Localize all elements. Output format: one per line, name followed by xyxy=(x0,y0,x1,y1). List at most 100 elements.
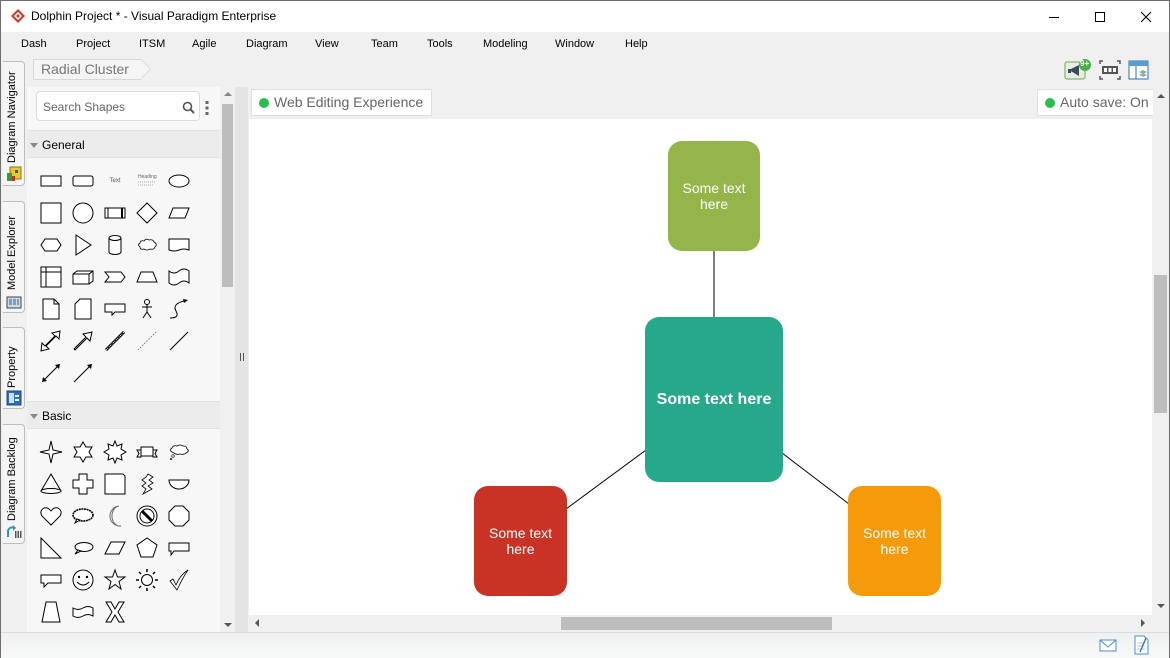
fit-diagram-button[interactable] xyxy=(1098,59,1122,81)
shape-heading[interactable]: Heading xyxy=(131,165,163,197)
vertical-scroll-thumb[interactable] xyxy=(1154,275,1167,413)
shape-rect-callout-left[interactable] xyxy=(35,564,67,596)
shape-circle[interactable] xyxy=(67,197,99,229)
shape-parallelogram[interactable] xyxy=(163,197,195,229)
shape-callout[interactable] xyxy=(99,293,131,325)
announcement-button[interactable]: 9+ xyxy=(1064,59,1091,81)
horizontal-scroll-thumb[interactable] xyxy=(561,617,832,630)
shape-sun[interactable] xyxy=(131,564,163,596)
close-button[interactable] xyxy=(1123,1,1169,32)
connector-center-bottom-left[interactable] xyxy=(565,449,647,510)
shape-dashed-line[interactable] xyxy=(131,325,163,357)
mail-icon[interactable] xyxy=(1099,638,1117,653)
shape-tape[interactable] xyxy=(163,261,195,293)
layers-panel-button[interactable] xyxy=(1128,59,1152,81)
shape-card[interactable] xyxy=(67,293,99,325)
shape-loud-callout[interactable] xyxy=(67,500,99,532)
tab-diagram-backlog[interactable]: Diagram Backlog xyxy=(3,424,25,544)
shape-bidirectional-arrow[interactable] xyxy=(35,357,67,389)
shape-double-line[interactable] xyxy=(99,325,131,357)
menu-view[interactable]: View xyxy=(315,38,339,50)
menu-tools[interactable]: Tools xyxy=(427,38,453,50)
shape-wave[interactable] xyxy=(67,596,99,628)
shape-triangle[interactable] xyxy=(67,229,99,261)
node-bottom-left[interactable]: Some text here xyxy=(474,486,567,596)
shape-double-block-arrow[interactable] xyxy=(35,325,67,357)
shape-document[interactable] xyxy=(163,229,195,261)
scroll-up-icon[interactable] xyxy=(1157,94,1165,98)
auto-save-badge[interactable]: Auto save: On xyxy=(1037,89,1158,116)
shape-thought-bubble[interactable] xyxy=(163,436,195,468)
scroll-up-icon[interactable] xyxy=(224,92,232,96)
shape-arrow[interactable] xyxy=(67,357,99,389)
tab-model-explorer[interactable]: Model Explorer xyxy=(3,201,25,313)
menu-window[interactable]: Window xyxy=(555,38,594,50)
palette-options-icon[interactable] xyxy=(205,101,209,115)
scroll-right-icon[interactable] xyxy=(1141,619,1145,627)
scroll-left-icon[interactable] xyxy=(255,619,259,627)
panel-splitter[interactable] xyxy=(235,87,248,632)
menu-agile[interactable]: Agile xyxy=(192,38,216,50)
tab-property[interactable]: Property xyxy=(3,327,25,409)
shape-rect-callout[interactable] xyxy=(163,532,195,564)
shape-actor[interactable] xyxy=(131,293,163,325)
shape-diamond[interactable] xyxy=(131,197,163,229)
shape-right-triangle[interactable] xyxy=(35,532,67,564)
shape-6-point-star[interactable] xyxy=(67,436,99,468)
shape-moon[interactable] xyxy=(99,500,131,532)
shape-rectangle[interactable] xyxy=(35,165,67,197)
search-shapes-input[interactable] xyxy=(43,98,173,116)
web-editing-badge[interactable]: Web Editing Experience xyxy=(251,89,433,116)
shape-parallelogram-basic[interactable] xyxy=(99,532,131,564)
menu-project[interactable]: Project xyxy=(76,38,110,50)
search-icon[interactable] xyxy=(182,101,195,114)
scroll-down-icon[interactable] xyxy=(224,623,232,627)
menu-diagram[interactable]: Diagram xyxy=(246,38,288,50)
shape-trapezoid-basic[interactable] xyxy=(35,596,67,628)
shape-ellipse[interactable] xyxy=(163,165,195,197)
section-basic-header[interactable]: Basic xyxy=(27,401,220,429)
shape-no-symbol[interactable] xyxy=(131,500,163,532)
shape-trapezoid[interactable] xyxy=(131,261,163,293)
shape-pentagon[interactable] xyxy=(131,532,163,564)
menu-itsm[interactable]: ITSM xyxy=(139,38,165,50)
node-bottom-right[interactable]: Some text here xyxy=(848,486,941,596)
shape-chevron[interactable] xyxy=(99,261,131,293)
shape-cylinder[interactable] xyxy=(99,229,131,261)
diagram-canvas[interactable]: Some text here Some text here Some text … xyxy=(249,119,1152,615)
shape-rounded-rectangle[interactable] xyxy=(67,165,99,197)
node-top[interactable]: Some text here xyxy=(668,141,760,251)
shape-block-arrow[interactable] xyxy=(67,325,99,357)
shape-square[interactable] xyxy=(35,197,67,229)
menu-dash[interactable]: Dash xyxy=(21,38,47,50)
shape-folded-corner[interactable] xyxy=(99,468,131,500)
menu-modeling[interactable]: Modeling xyxy=(483,38,528,50)
shape-oval-callout[interactable] xyxy=(67,532,99,564)
palette-scrollbar[interactable] xyxy=(220,87,235,632)
shape-cross[interactable] xyxy=(67,468,99,500)
palette-scroll-thumb[interactable] xyxy=(222,104,233,287)
tab-diagram-navigator[interactable]: Diagram Navigator xyxy=(3,61,25,186)
shape-cube[interactable] xyxy=(67,261,99,293)
shape-octagon[interactable] xyxy=(163,500,195,532)
shape-5-point-star[interactable] xyxy=(99,564,131,596)
shape-x[interactable] xyxy=(99,596,131,628)
section-general-header[interactable]: General xyxy=(27,130,220,158)
shape-internal-storage[interactable] xyxy=(35,261,67,293)
shape-curved-arrow[interactable] xyxy=(163,293,195,325)
maximize-button[interactable] xyxy=(1077,1,1123,32)
shape-note[interactable] xyxy=(35,293,67,325)
shape-process[interactable] xyxy=(99,197,131,229)
shape-half-circle[interactable] xyxy=(163,468,195,500)
canvas-vertical-scrollbar[interactable] xyxy=(1153,87,1168,615)
canvas-horizontal-scrollbar[interactable] xyxy=(249,615,1153,630)
node-center[interactable]: Some text here xyxy=(645,317,783,482)
menu-team[interactable]: Team xyxy=(371,38,398,50)
shape-4-point-star[interactable] xyxy=(35,436,67,468)
notes-icon[interactable] xyxy=(1133,635,1149,655)
shape-8-point-star[interactable] xyxy=(99,436,131,468)
shape-smiley[interactable] xyxy=(67,564,99,596)
breadcrumb[interactable]: Radial Cluster xyxy=(33,59,151,80)
connector-center-bottom-right[interactable] xyxy=(781,452,850,505)
menu-help[interactable]: Help xyxy=(625,38,648,50)
